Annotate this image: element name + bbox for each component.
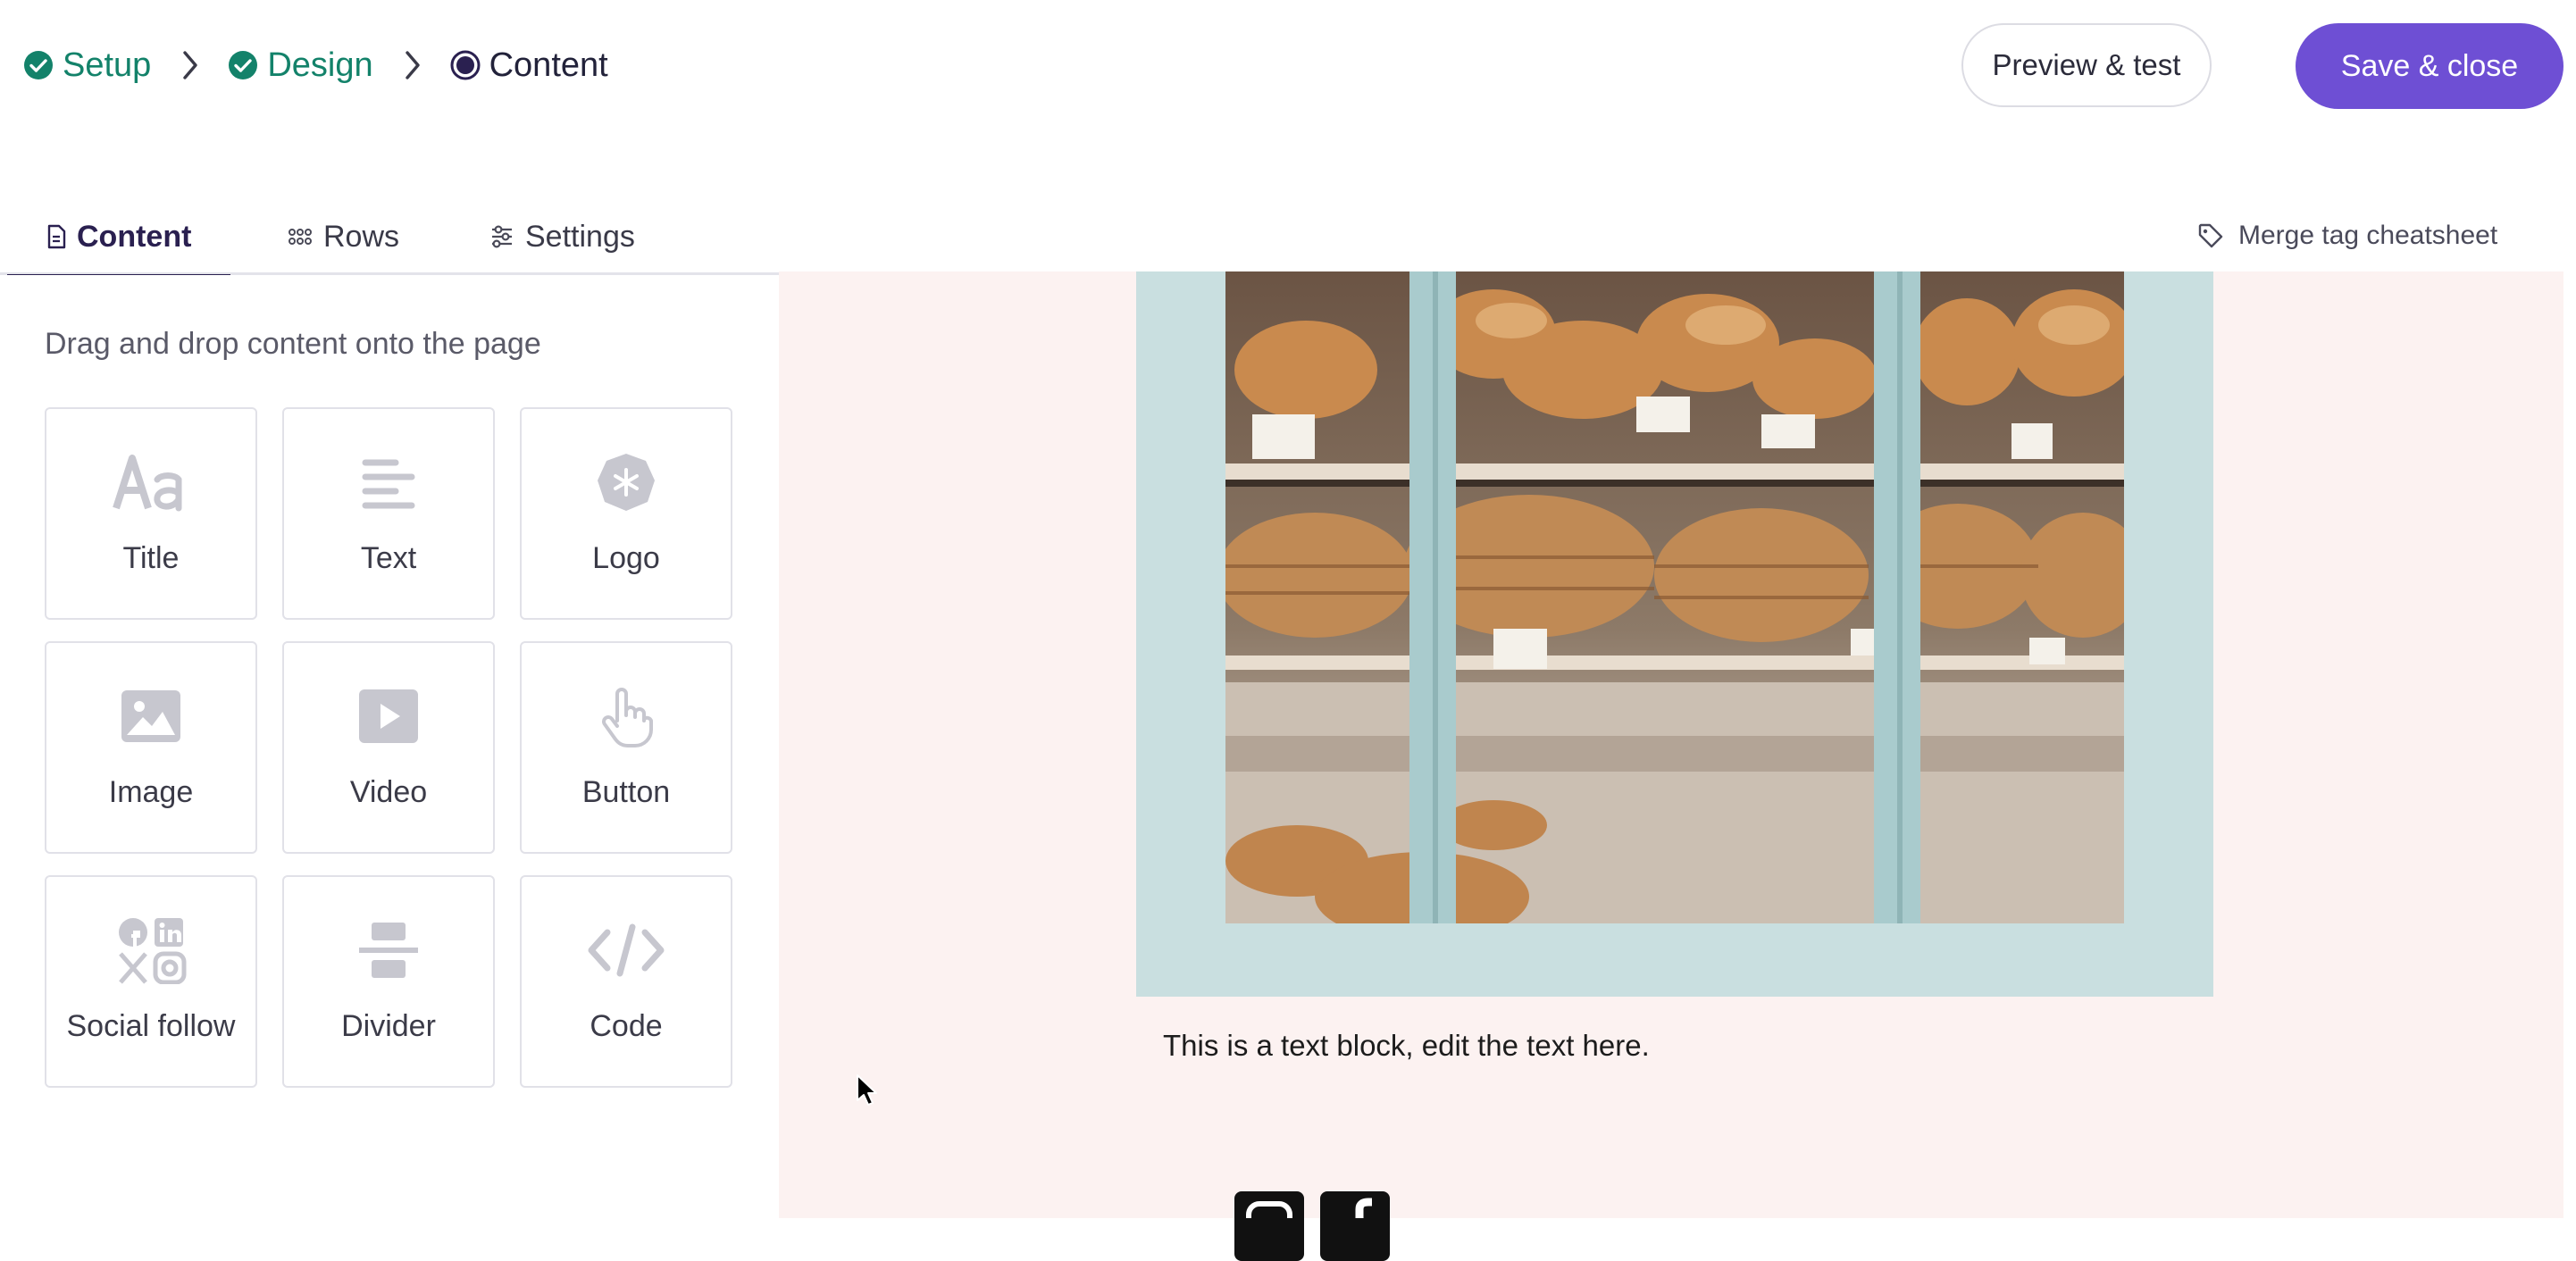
block-label: Divider [341, 1009, 436, 1043]
block-divider[interactable]: Divider [282, 875, 495, 1088]
panel-hint: Drag and drop content onto the page [45, 327, 541, 361]
text-lines-icon [362, 459, 415, 509]
check-circle-icon [24, 51, 53, 79]
check-circle-icon [229, 51, 258, 79]
block-code[interactable]: Code [520, 875, 732, 1088]
code-brackets-icon [588, 923, 665, 977]
step-content[interactable]: Content [450, 46, 608, 85]
progress-steps: Setup Design Content [23, 36, 608, 95]
block-label: Logo [592, 541, 660, 575]
tab-rows[interactable]: Rows [288, 198, 399, 275]
block-image[interactable]: Image [45, 641, 257, 854]
bakery-image [1225, 271, 2124, 923]
mouse-cursor-icon [857, 1074, 877, 1106]
block-label: Video [349, 775, 428, 809]
tab-content[interactable]: Content [6, 198, 231, 278]
block-text[interactable]: Text [282, 407, 495, 620]
sliders-icon [492, 225, 512, 248]
block-label: Text [360, 541, 417, 575]
canvas-scroll-edge [2563, 271, 2576, 1218]
content-panel: Drag and drop content onto the page Titl… [0, 275, 779, 1218]
document-icon [47, 224, 66, 249]
tag-icon [2198, 223, 2223, 248]
chevron-right-icon [183, 51, 198, 79]
content-blocks-grid: Title Text Logo Image Video Button Socia… [45, 407, 734, 1088]
step-label: Setup [63, 46, 152, 84]
instagram-icon[interactable] [1234, 1191, 1304, 1261]
merge-tag-cheatsheet-link[interactable]: Merge tag cheatsheet [2197, 218, 2497, 254]
block-logo[interactable]: Logo [520, 407, 732, 620]
tab-label: Settings [525, 219, 635, 254]
step-setup[interactable]: Setup [23, 46, 151, 85]
title-icon [113, 455, 182, 512]
grid-dots-icon [289, 229, 312, 245]
tab-settings[interactable]: Settings [489, 198, 635, 275]
block-title[interactable]: Title [45, 407, 257, 620]
step-label: Design [267, 46, 373, 84]
block-label: Image [108, 775, 194, 809]
step-label: Content [489, 46, 608, 84]
block-label: Button [581, 775, 671, 809]
block-label: Social follow [66, 1009, 236, 1043]
video-play-icon [359, 689, 418, 743]
image-icon [121, 690, 180, 742]
panel-tabs: Content Rows Settings [0, 198, 779, 278]
block-video[interactable]: Video [282, 641, 495, 854]
block-social-follow[interactable]: Social follow [45, 875, 257, 1088]
chevron-right-icon [405, 51, 420, 79]
logo-badge-icon [598, 454, 655, 511]
tab-label: Content [77, 219, 192, 254]
canvas-text-block[interactable]: This is a text block, edit the text here… [1163, 1029, 1650, 1063]
tab-label: Rows [323, 219, 400, 254]
current-step-icon [450, 50, 481, 80]
preview-test-button[interactable]: Preview & test [1961, 23, 2212, 107]
save-close-button[interactable]: Save & close [2296, 23, 2563, 109]
merge-tag-label: Merge tag cheatsheet [2238, 221, 2498, 250]
step-design[interactable]: Design [228, 46, 373, 85]
block-label: Code [590, 1009, 663, 1043]
bakery-photo[interactable] [1225, 271, 2124, 923]
divider-icon [359, 923, 418, 978]
social-icons-icon [119, 918, 187, 984]
pointer-hand-icon [602, 688, 653, 747]
facebook-icon[interactable] [1320, 1191, 1390, 1261]
block-button[interactable]: Button [520, 641, 732, 854]
block-label: Title [122, 541, 180, 575]
